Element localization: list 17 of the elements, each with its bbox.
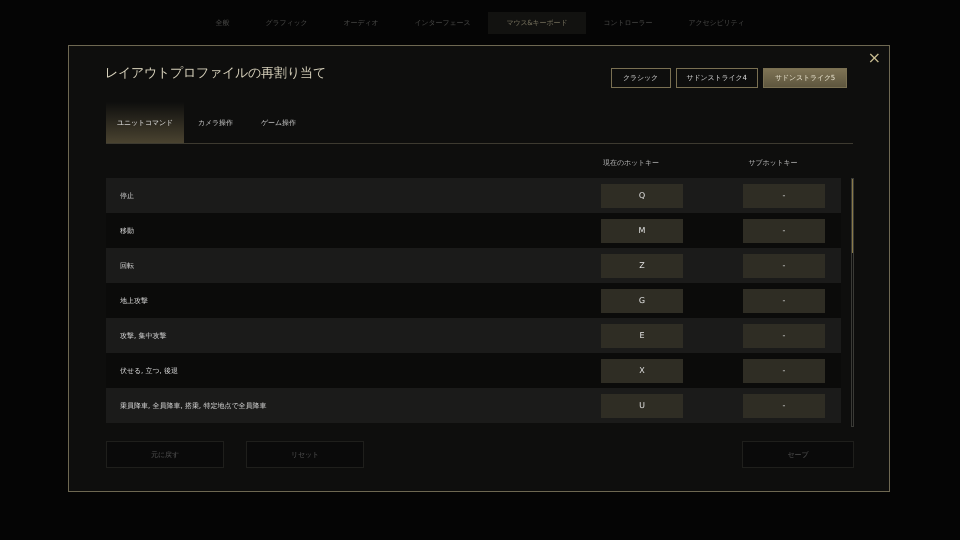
scrollbar[interactable] [851, 178, 854, 427]
sub-hotkey-button[interactable]: - [743, 394, 825, 418]
sub-hotkey-button[interactable]: - [743, 218, 825, 242]
sub-hotkey-button[interactable]: - [743, 184, 825, 208]
hotkey-button[interactable]: U [601, 394, 683, 418]
hotkey-button[interactable]: G [601, 288, 683, 312]
sub-hotkey-button[interactable]: - [743, 358, 825, 382]
sub-hotkey-button[interactable]: - [743, 288, 825, 312]
dialog-title: レイアウトプロファイルの再割り当て [105, 65, 326, 82]
hotkey-button[interactable]: X [601, 358, 683, 382]
hotkey-button[interactable]: Z [601, 254, 683, 278]
hotkey-button[interactable]: E [601, 324, 683, 348]
hotkey-button[interactable]: M [601, 218, 683, 242]
close-button[interactable]: × [864, 48, 885, 67]
sub-hotkey-button[interactable]: - [743, 254, 825, 278]
hotkey-button[interactable]: Q [601, 184, 683, 208]
sub-hotkey-button[interactable]: - [743, 324, 825, 348]
